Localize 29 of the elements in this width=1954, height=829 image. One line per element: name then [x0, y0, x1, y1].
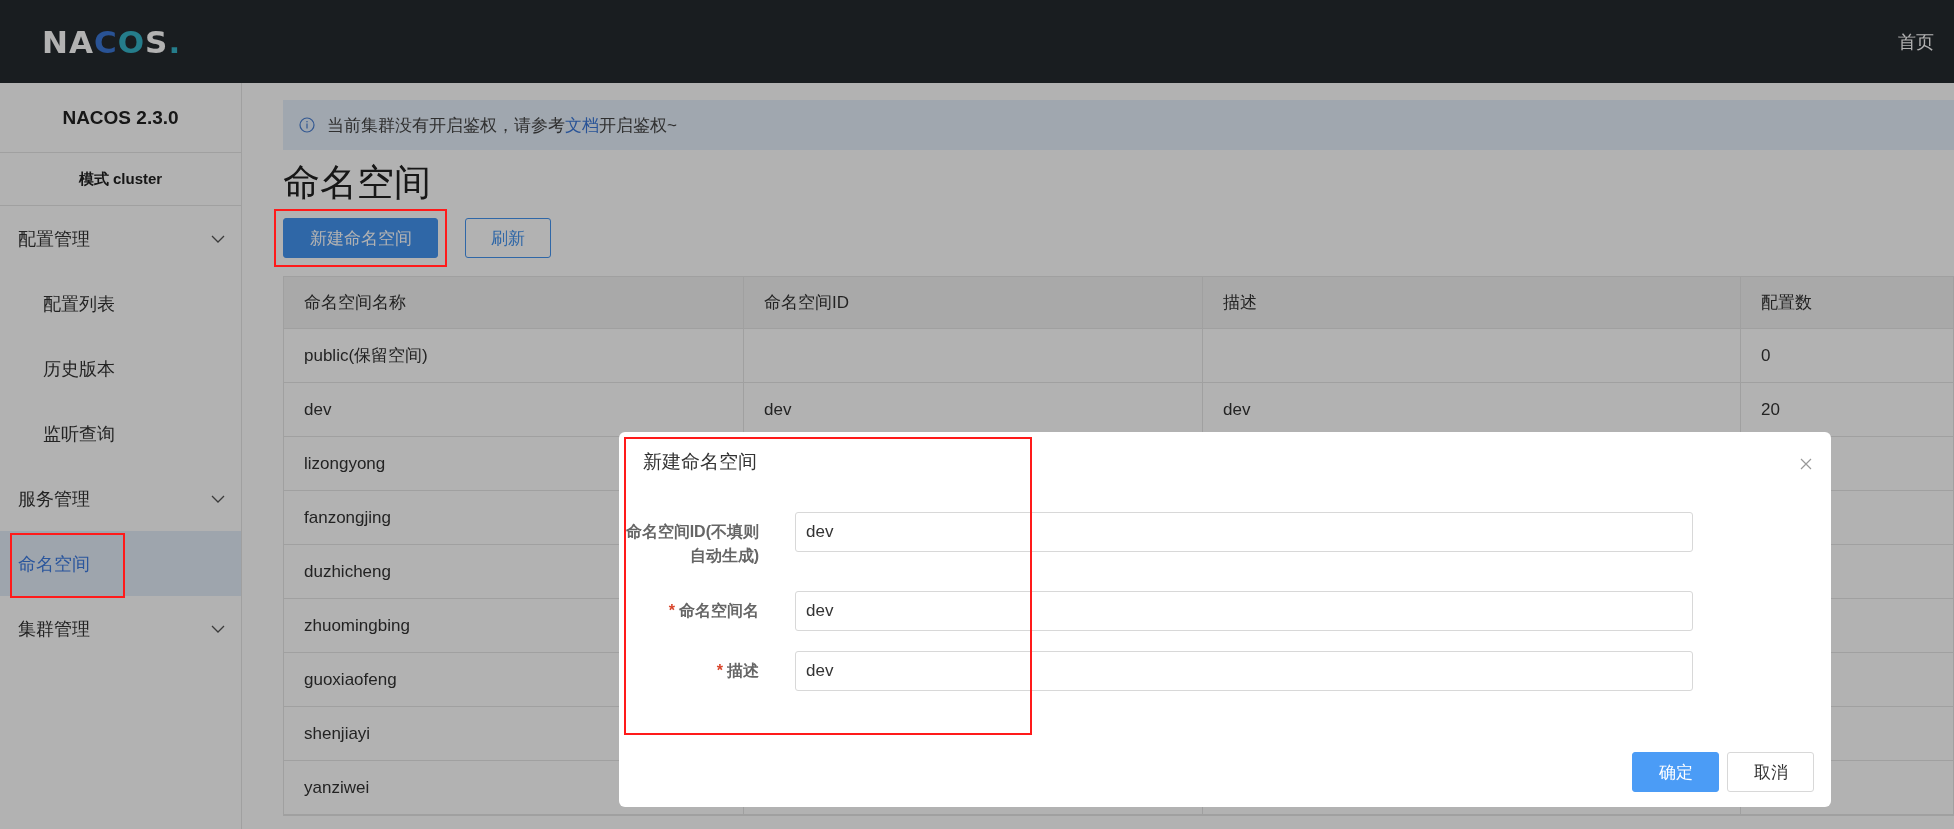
- required-mark: *: [716, 662, 723, 679]
- chevron-down-icon: [211, 624, 225, 633]
- cancel-button[interactable]: 取消: [1727, 752, 1814, 792]
- logo[interactable]: NACOS.: [42, 23, 182, 60]
- column-header: 命名空间名称: [284, 277, 744, 328]
- table-cell: 0: [1741, 329, 1954, 382]
- input-field[interactable]: dev: [795, 651, 1693, 691]
- sidebar-item[interactable]: 监听查询: [0, 401, 241, 466]
- table-cell: public(保留空间): [284, 329, 744, 382]
- column-header: 命名空间ID: [744, 277, 1203, 328]
- sidebar-item[interactable]: 配置管理: [0, 206, 241, 271]
- chevron-down-icon: [211, 234, 225, 243]
- input-field[interactable]: dev: [795, 591, 1693, 631]
- sidebar-item[interactable]: 历史版本: [0, 336, 241, 401]
- info-icon: [299, 117, 315, 133]
- page-title: 命名空间: [283, 161, 432, 205]
- chevron-down-icon: [211, 494, 225, 503]
- column-header: 描述: [1203, 277, 1741, 328]
- version-title: NACOS 2.3.0: [0, 83, 241, 153]
- notice-message: 当前集群没有开启鉴权，请参考文档开启鉴权~: [327, 114, 677, 137]
- close-icon[interactable]: [1800, 458, 1812, 470]
- input-field[interactable]: dev: [795, 512, 1693, 552]
- column-header: 配置数: [1741, 277, 1954, 328]
- home-link[interactable]: 首页: [1898, 29, 1934, 54]
- sidebar-item[interactable]: 集群管理: [0, 596, 241, 661]
- sidebar-item[interactable]: 服务管理: [0, 466, 241, 531]
- required-mark: *: [668, 602, 675, 619]
- mode-label: 模式 cluster: [0, 153, 241, 206]
- sidebar-item[interactable]: 配置列表: [0, 271, 241, 336]
